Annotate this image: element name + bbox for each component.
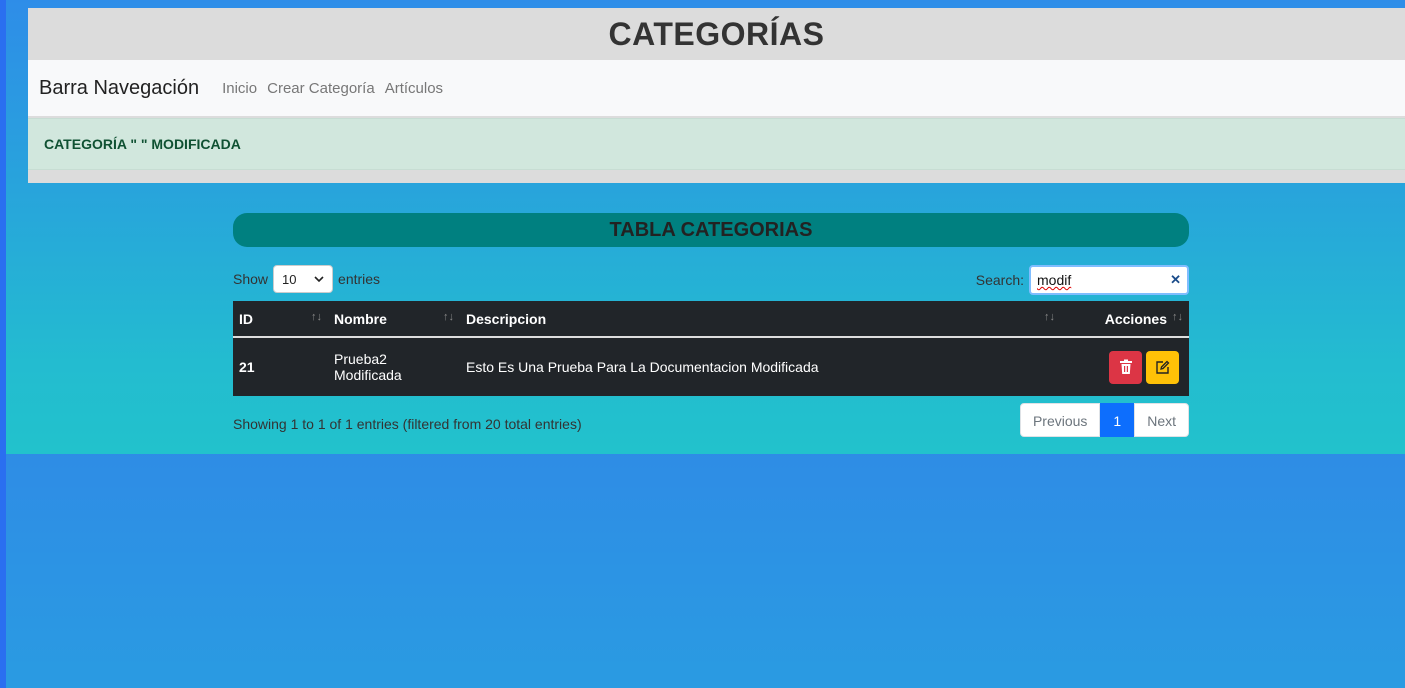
page-length-value: 10 (282, 271, 297, 287)
search-label: Search: (975, 272, 1024, 288)
sort-icon: ↑↓ (311, 311, 322, 323)
nav-link-crear-categoria[interactable]: Crear Categoría (267, 80, 375, 97)
cell-nombre: Prueba2 Modificada (328, 337, 460, 396)
sort-icon: ↑↓ (443, 311, 454, 323)
column-header-id[interactable]: ID ↑↓ (233, 301, 328, 338)
edit-button[interactable] (1146, 350, 1179, 384)
page-length-control: Show 10 entries (233, 265, 380, 293)
search-control: Search: modif ✕ (976, 265, 1189, 295)
next-button[interactable]: Next (1134, 403, 1189, 437)
page-title: CATEGORÍAS (608, 16, 825, 52)
sort-icon: ↑↓ (1172, 311, 1183, 323)
sort-icon: ↑↓ (1044, 311, 1055, 323)
navbar: Barra Navegación Inicio Crear Categoría … (28, 60, 1405, 116)
column-header-descripcion[interactable]: Descripcion ↑↓ (460, 301, 1061, 338)
column-header-acciones[interactable]: Acciones ↑↓ (1061, 301, 1189, 338)
delete-button[interactable] (1109, 350, 1142, 384)
chevron-down-icon (314, 276, 324, 283)
cell-descripcion: Esto Es Una Prueba Para La Documentacion… (466, 359, 819, 375)
nombre-line: Modificada (334, 367, 402, 383)
cell-id: 21 (239, 359, 255, 375)
pagination: Previous 1 Next (1019, 403, 1189, 437)
search-input[interactable]: modif ✕ (1029, 265, 1189, 295)
alert-message: CATEGORÍA " " MODIFICADA (44, 136, 241, 152)
page-header: CATEGORÍAS Barra Navegación Inicio Crear… (28, 8, 1405, 183)
table-title: TABLA CATEGORIAS (233, 213, 1189, 247)
categories-table: ID ↑↓ Nombre ↑↓ Descripcion ↑↓ Acciones ↑↓ 2… (233, 301, 1189, 396)
success-alert: CATEGORÍA " " MODIFICADA (28, 118, 1405, 170)
clear-search-icon[interactable]: ✕ (1170, 272, 1181, 288)
page-1-button[interactable]: 1 (1100, 403, 1135, 437)
table-row: 21 Prueba2 Modificada Esto Es Una Prueba… (233, 337, 1189, 396)
nav-link-articulos[interactable]: Artículos (385, 80, 443, 97)
page-length-select[interactable]: 10 (273, 265, 334, 293)
trash-icon (1119, 359, 1132, 374)
cell-acciones (1061, 337, 1189, 396)
column-header-nombre[interactable]: Nombre ↑↓ (328, 301, 460, 338)
nav-link-inicio[interactable]: Inicio (222, 80, 257, 97)
table-info: Showing 1 to 1 of 1 entries (filtered fr… (233, 416, 582, 432)
table-footer: Showing 1 to 1 of 1 entries (filtered fr… (233, 403, 1189, 443)
edit-icon (1156, 360, 1170, 374)
search-value: modif (1037, 272, 1072, 288)
table-section: TABLA CATEGORIAS Show 10 entries Search:… (233, 213, 1189, 443)
entries-label: entries (338, 271, 381, 287)
navbar-brand[interactable]: Barra Navegación (39, 77, 199, 100)
table-header-row: ID ↑↓ Nombre ↑↓ Descripcion ↑↓ Acciones ↑↓ (233, 301, 1189, 338)
previous-button[interactable]: Previous (1019, 403, 1101, 437)
table-controls: Show 10 entries Search: modif ✕ (233, 261, 1189, 301)
show-label: Show (233, 271, 269, 287)
nombre-line: Prueba2 (334, 351, 387, 367)
